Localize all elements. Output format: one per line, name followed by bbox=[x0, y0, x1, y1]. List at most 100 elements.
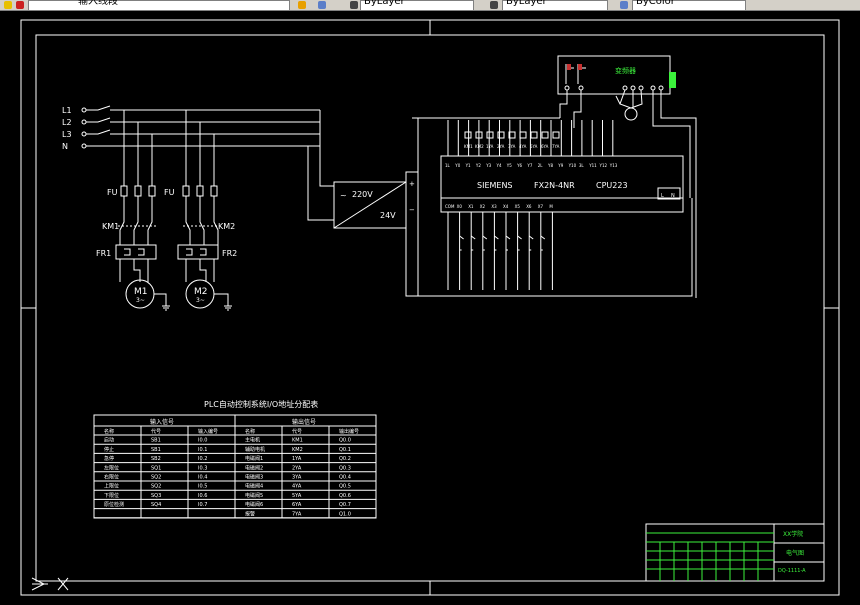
inverter: 变频器 bbox=[557, 55, 697, 298]
io-table-cell: Q0.0 bbox=[339, 438, 351, 444]
plc-output-terminal: Y8 bbox=[547, 163, 553, 168]
io-column-header: 输出编号 bbox=[339, 428, 359, 435]
relay-label-1: FR1 bbox=[96, 249, 111, 258]
io-table-cell: Q0.3 bbox=[339, 465, 351, 471]
plc-input-terminal: X0 bbox=[457, 204, 463, 209]
plc-output-device: 2YA bbox=[497, 144, 505, 149]
fuse-label-2: FU bbox=[164, 188, 175, 197]
psu-input-voltage: 220V bbox=[352, 190, 373, 199]
io-table-cell: 5YA bbox=[292, 493, 302, 499]
io-table-cell: 辅助电机 bbox=[245, 446, 265, 453]
plc-unit: SIEMENS FX2N-4NR CPU223 L N 1L Y0 Y1 Y2 Y3 Y4… bbox=[418, 117, 693, 297]
plc-output-terminal: Y13 bbox=[609, 163, 618, 168]
io-table-cell: 主电机 bbox=[245, 437, 260, 444]
io-table-cell: 电磁阀3 bbox=[245, 474, 263, 481]
io-table-cell: 报警 bbox=[245, 510, 255, 517]
io-table-cell: SB1 bbox=[151, 447, 161, 453]
layer-color-icon[interactable] bbox=[16, 1, 24, 9]
io-table-cell: Q0.6 bbox=[339, 493, 351, 499]
io-table-cell: 6YA bbox=[292, 502, 302, 508]
contactor-label-2: KM2 bbox=[218, 222, 235, 231]
plc-model: FX2N-4NR bbox=[534, 181, 575, 190]
plc-output-terminal: 1L bbox=[445, 163, 451, 168]
motor-m2-phase: 3~ bbox=[196, 297, 205, 304]
io-column-header: 名称 bbox=[245, 428, 255, 435]
main-power-circuit: L1 L2 L3 N FU FU KM1 KM2 FR1 FR2 M1 3~ M… bbox=[62, 105, 320, 311]
io-table-cell: I0.7 bbox=[198, 502, 207, 508]
io-table-cell: 原位检测 bbox=[104, 501, 124, 508]
io-table-cell: 1YA bbox=[292, 456, 302, 462]
io-table-cell: 急停 bbox=[104, 455, 114, 462]
plc-output-device: 5YA bbox=[530, 144, 538, 149]
io-table-cell: I0.0 bbox=[198, 438, 207, 444]
lineweight-icon[interactable] bbox=[490, 1, 498, 9]
drawing-canvas[interactable]: L1 L2 L3 N FU FU KM1 KM2 FR1 FR2 M1 3~ M… bbox=[0, 10, 860, 605]
motor-m1-label: M1 bbox=[134, 287, 148, 297]
plc-output-terminal: Y1 bbox=[465, 163, 471, 168]
io-table-cell: 右限位 bbox=[104, 474, 119, 481]
plc-output-terminal: Y5 bbox=[506, 163, 512, 168]
plc-output-terminal: Y2 bbox=[475, 163, 481, 168]
io-table-cell: 停止 bbox=[104, 446, 114, 453]
linetype-1-value: ByLayer bbox=[364, 0, 405, 7]
io-column-header: 代号 bbox=[292, 428, 302, 435]
psu-ac-symbol: ~ bbox=[340, 191, 347, 200]
layer-state-icon[interactable] bbox=[4, 1, 12, 9]
plc-input-terminal: X6 bbox=[526, 204, 532, 209]
line-label-l1: L1 bbox=[62, 106, 72, 115]
io-column-header: 输入编号 bbox=[198, 428, 218, 435]
io-table-cell: 电磁阀2 bbox=[245, 464, 263, 471]
plc-output-terminal: Y12 bbox=[599, 163, 608, 168]
plc-output-device: 1YA bbox=[486, 144, 494, 149]
io-table-cell: 电磁阀1 bbox=[245, 455, 263, 462]
line-label-n: N bbox=[62, 142, 68, 151]
io-column-header: 名称 bbox=[104, 428, 114, 435]
io-table-cell: KM1 bbox=[292, 438, 303, 444]
io-table-cell: I0.6 bbox=[198, 493, 207, 499]
io-table-cell: 下限位 bbox=[104, 492, 119, 499]
plc-output-device: KM1 bbox=[464, 144, 473, 149]
plc-input-terminal: M bbox=[549, 204, 553, 209]
plc-output-terminal: 3L bbox=[579, 163, 585, 168]
io-table-cell: Q0.7 bbox=[339, 502, 351, 508]
title-block: XX学院 电气图 DQ-1111-A bbox=[645, 523, 825, 582]
motor-m2-label: M2 bbox=[194, 287, 208, 297]
ucs-icon bbox=[31, 577, 69, 591]
plotstyle-icon[interactable] bbox=[620, 1, 628, 9]
io-table-cell: 电磁阀6 bbox=[245, 501, 263, 508]
plc-brand: SIEMENS bbox=[477, 181, 513, 190]
psu-dc-minus: − bbox=[409, 206, 415, 214]
io-table-cell: 左限位 bbox=[104, 464, 119, 471]
io-table-cell: I0.2 bbox=[198, 456, 207, 462]
io-table-cell: SQ4 bbox=[151, 502, 161, 508]
plc-input-terminal: X4 bbox=[503, 204, 509, 209]
plc-output-terminal: Y7 bbox=[526, 163, 532, 168]
io-table-cell: I0.3 bbox=[198, 465, 207, 471]
plc-output-terminal: Y4 bbox=[496, 163, 502, 168]
power-supply: ~ 220V 24V + − bbox=[307, 110, 419, 297]
plc-output-terminal: Y0 bbox=[454, 163, 460, 168]
plc-output-device: KM2 bbox=[475, 144, 484, 149]
io-table-cell: Q0.1 bbox=[339, 447, 351, 453]
linetype-2-value: ByLayer bbox=[506, 0, 547, 7]
io-table: PLC自动控制系统I/O地址分配表 输入信号 输出信号 名称 代号 输入编号 名称 代号… bbox=[93, 399, 377, 519]
layer-tool-icon[interactable] bbox=[318, 1, 326, 9]
io-output-header: 输出信号 bbox=[292, 418, 316, 426]
plc-output-device: 6YA bbox=[541, 144, 549, 149]
plc-output-terminal: Y9 bbox=[557, 163, 563, 168]
svg-text:+: + bbox=[409, 180, 415, 188]
line-label-l2: L2 bbox=[62, 118, 72, 127]
plc-input-terminal: COM bbox=[445, 204, 455, 209]
io-table-cell: Q0.2 bbox=[339, 456, 351, 462]
io-table-cell: 2YA bbox=[292, 465, 302, 471]
contactor-label-1: KM1 bbox=[102, 222, 119, 231]
color-icon[interactable] bbox=[350, 1, 358, 9]
plc-output-terminal: Y10 bbox=[568, 163, 577, 168]
title-block-school: XX学院 bbox=[783, 530, 803, 538]
io-table-cell: SQ3 bbox=[151, 493, 161, 499]
line-label-l3: L3 bbox=[62, 130, 72, 139]
layer-prev-icon[interactable] bbox=[298, 1, 306, 9]
io-table-cell: SB1 bbox=[151, 438, 161, 444]
io-table-cell: 电磁阀4 bbox=[245, 483, 263, 490]
plc-output-terminal: Y6 bbox=[516, 163, 522, 168]
